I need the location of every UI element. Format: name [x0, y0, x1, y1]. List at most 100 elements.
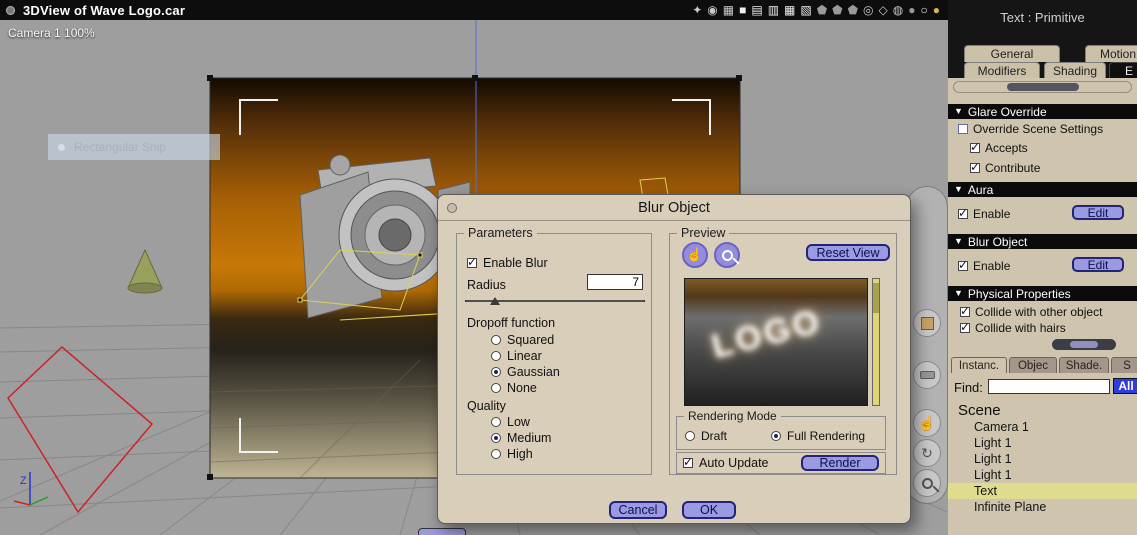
layout-rows-icon[interactable]: ▤	[751, 4, 762, 16]
dropoff-none-radio[interactable]	[491, 383, 501, 393]
collide-objects-row[interactable]: Collide with other object	[960, 304, 1102, 319]
orbit-icon[interactable]: ◎	[863, 4, 873, 16]
shield-wire-icon[interactable]: ⬟	[817, 4, 827, 16]
scene-item-light-1a[interactable]: Light 1	[948, 435, 1137, 451]
wire-sphere-icon[interactable]: ◍	[893, 4, 903, 16]
draft-radio[interactable]	[685, 431, 695, 441]
layout-columns-icon[interactable]: ▥	[768, 4, 779, 16]
override-scene-settings-row[interactable]: Override Scene Settings	[958, 122, 1103, 136]
tab-modifiers[interactable]: Modifiers	[964, 62, 1040, 79]
section-glare-override[interactable]: ▼ Glare Override	[948, 104, 1137, 119]
blur-edit-button[interactable]: Edit	[1072, 257, 1124, 272]
preview-scrollbar[interactable]	[872, 278, 880, 406]
quality-high-radio[interactable]	[491, 449, 501, 459]
enable-blur-row[interactable]: Enable Blur	[467, 255, 548, 270]
accepts-checkbox[interactable]	[970, 140, 980, 154]
panel-scrollbar-top-thumb[interactable]	[1006, 83, 1079, 91]
diamond-icon[interactable]: ◇	[879, 4, 888, 16]
shield-flat-icon[interactable]: ⬟	[832, 4, 842, 16]
layout-quad-icon[interactable]: ▧	[800, 4, 811, 16]
panel-scroll-pill[interactable]	[1052, 339, 1116, 350]
aura-enable-row[interactable]: Enable	[958, 206, 1010, 221]
dialog-titlebar[interactable]: Blur Object	[438, 195, 910, 221]
preview-image[interactable]: LOGO	[684, 278, 868, 406]
layout-single-icon[interactable]: ■	[739, 4, 746, 16]
dropoff-gaussian-radio[interactable]	[491, 367, 501, 377]
quality-low-option[interactable]: Low	[491, 415, 530, 429]
tab-effects[interactable]: E	[1109, 62, 1137, 79]
aura-enable-checkbox[interactable]	[958, 206, 968, 220]
contribute-row[interactable]: Contribute	[970, 160, 1040, 175]
zoom-button[interactable]	[714, 242, 740, 268]
scene-item-camera-1[interactable]: Camera 1	[948, 419, 1137, 435]
collide-hairs-row[interactable]: Collide with hairs	[960, 320, 1066, 335]
layout-grid-icon[interactable]: ▦	[784, 4, 795, 16]
preview-scrollbar-thumb[interactable]	[873, 283, 879, 313]
section-physical-properties[interactable]: ▼ Physical Properties	[948, 286, 1137, 301]
scene-preview-icon[interactable]: ▦	[723, 4, 734, 16]
scene-item-infinite-plane[interactable]: Infinite Plane	[948, 499, 1137, 515]
shield-shaded-icon[interactable]: ⬟	[848, 4, 858, 16]
shaded-sphere-icon[interactable]: ●	[908, 4, 915, 16]
pan-hand-button[interactable]: ☝	[682, 242, 708, 268]
dropoff-squared-radio[interactable]	[491, 335, 501, 345]
dialog-close-icon[interactable]	[447, 203, 457, 213]
blur-enable-checkbox[interactable]	[958, 258, 968, 272]
bottom-edge-button[interactable]	[418, 528, 466, 535]
dropoff-squared-option[interactable]: Squared	[491, 333, 554, 347]
aura-edit-button[interactable]: Edit	[1072, 205, 1124, 220]
draft-option[interactable]: Draft	[685, 429, 727, 443]
tab-sounds[interactable]: S	[1111, 357, 1137, 373]
camera-icon[interactable]: ◉	[707, 4, 717, 16]
quality-medium-option[interactable]: Medium	[491, 431, 551, 445]
wand-icon[interactable]: ✦	[692, 4, 702, 16]
paint-tool-button[interactable]	[913, 361, 941, 389]
override-scene-settings-checkbox[interactable]	[958, 124, 968, 134]
contribute-checkbox[interactable]	[970, 160, 980, 174]
collide-hairs-checkbox[interactable]	[960, 320, 970, 334]
tab-objects[interactable]: Objec	[1009, 357, 1057, 373]
tab-motion[interactable]: Motion	[1085, 45, 1137, 62]
scene-item-light-1c[interactable]: Light 1	[948, 467, 1137, 483]
enable-blur-checkbox[interactable]	[467, 255, 477, 269]
tab-shaders[interactable]: Shade.	[1059, 357, 1109, 373]
render-button[interactable]: Render	[801, 455, 879, 471]
accepts-row[interactable]: Accepts	[970, 140, 1028, 155]
dropoff-gaussian-option[interactable]: Gaussian	[491, 365, 560, 379]
section-blur-object[interactable]: ▼ Blur Object	[948, 234, 1137, 249]
auto-update-checkbox[interactable]	[683, 455, 693, 469]
collide-objects-checkbox[interactable]	[960, 304, 970, 318]
find-all-button[interactable]: All	[1113, 378, 1137, 394]
cone-object[interactable]	[127, 248, 163, 294]
dropoff-linear-option[interactable]: Linear	[491, 349, 542, 363]
blur-enable-row[interactable]: Enable	[958, 258, 1010, 273]
gold-sphere-icon[interactable]: ●	[933, 4, 940, 16]
tab-instances[interactable]: Instanc.	[951, 357, 1007, 373]
scene-item-text-selected[interactable]: Text	[948, 483, 1137, 499]
tab-general[interactable]: General	[964, 45, 1060, 62]
dropoff-linear-radio[interactable]	[491, 351, 501, 361]
quality-low-radio[interactable]	[491, 417, 501, 427]
tab-shading[interactable]: Shading	[1044, 62, 1106, 79]
cube-tool-button[interactable]	[913, 309, 941, 337]
zoom-tool-button[interactable]	[913, 469, 941, 497]
hand-tool-button[interactable]: ☝	[913, 409, 941, 437]
rotate-tool-button[interactable]: ↻	[913, 439, 941, 467]
panel-scroll-pill-thumb[interactable]	[1070, 341, 1098, 348]
dropoff-none-option[interactable]: None	[491, 381, 537, 395]
cancel-button[interactable]: Cancel	[609, 501, 667, 519]
scene-item-light-1b[interactable]: Light 1	[948, 451, 1137, 467]
find-input[interactable]	[988, 379, 1110, 394]
radius-input[interactable]	[587, 274, 643, 290]
radius-slider-thumb[interactable]	[490, 297, 500, 305]
full-rendering-option[interactable]: Full Rendering	[771, 429, 865, 443]
radius-slider[interactable]	[465, 297, 645, 305]
ok-button[interactable]: OK	[682, 501, 736, 519]
quality-high-option[interactable]: High	[491, 447, 533, 461]
white-sphere-icon[interactable]: ○	[921, 4, 928, 16]
reset-view-button[interactable]: Reset View	[806, 244, 890, 261]
panel-scrollbar-top[interactable]	[953, 81, 1132, 93]
section-aura[interactable]: ▼ Aura	[948, 182, 1137, 197]
full-rendering-radio[interactable]	[771, 431, 781, 441]
quality-medium-radio[interactable]	[491, 433, 501, 443]
